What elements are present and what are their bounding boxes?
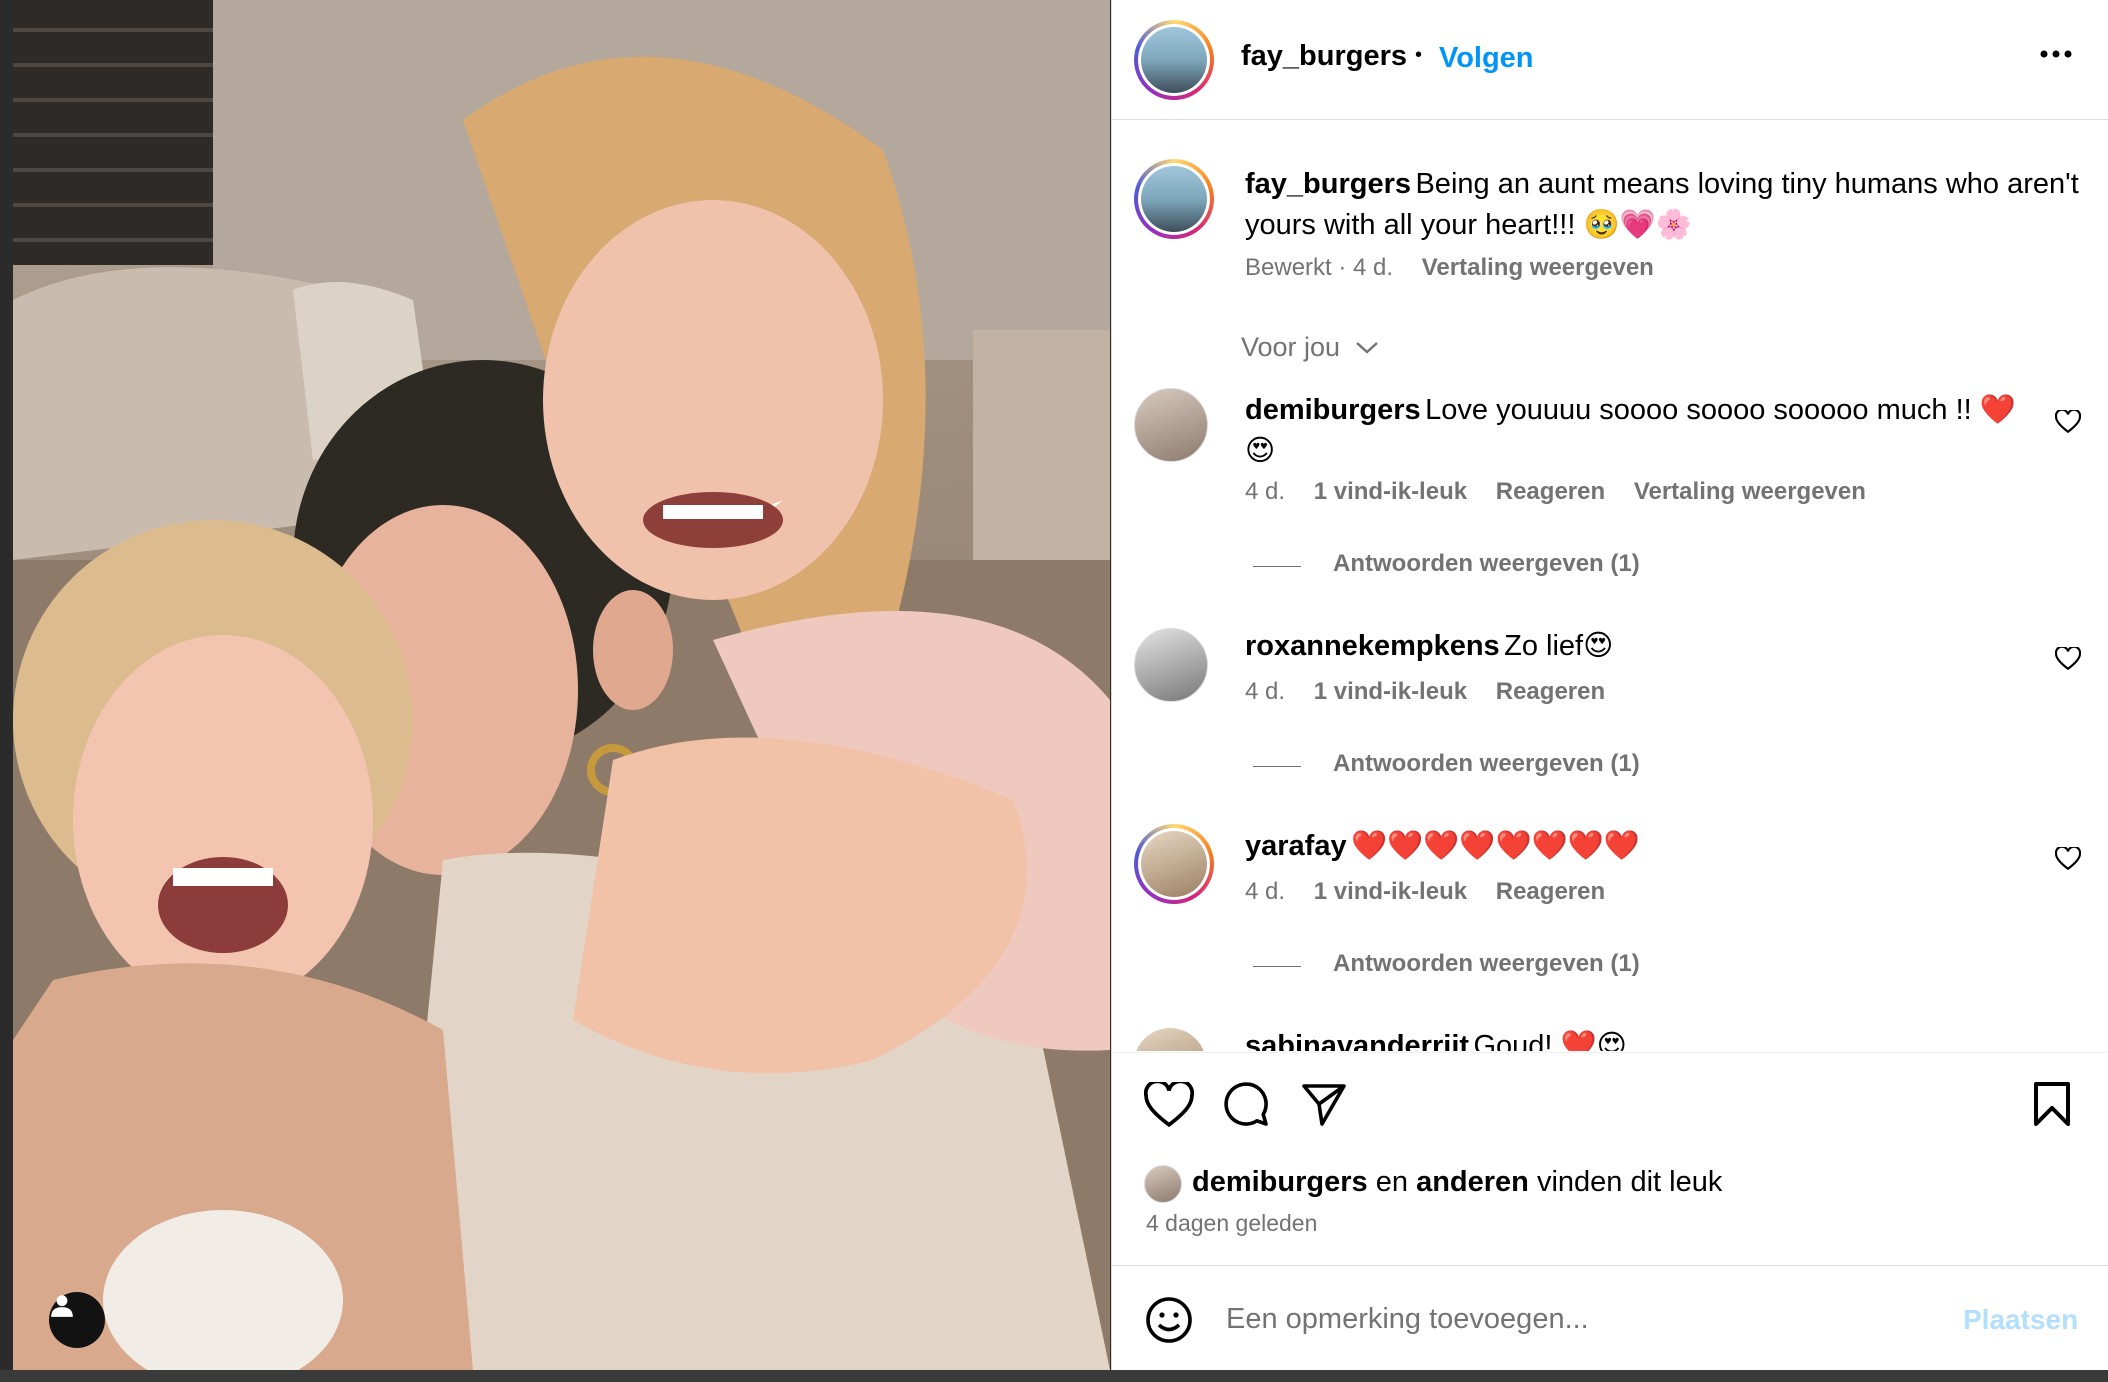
commenter-avatar[interactable]	[1134, 388, 1208, 462]
post-photo[interactable]	[13, 0, 1110, 1370]
comment-username[interactable]: sabinavanderrijt	[1245, 1030, 1469, 1051]
likes-others[interactable]: anderen	[1416, 1166, 1529, 1198]
comment-input[interactable]	[1224, 1296, 1868, 1342]
photo-illustration	[13, 0, 1110, 1370]
likes-summary[interactable]: demiburgers en anderen vinden dit leuk	[1192, 1166, 1722, 1199]
user-tag-icon	[51, 1295, 73, 1317]
comment-reply-link[interactable]: Reageren	[1496, 878, 1605, 905]
replies-divider-line	[1253, 966, 1301, 967]
replies-divider-line	[1253, 766, 1301, 767]
comment-username[interactable]: yarafay	[1245, 830, 1347, 862]
comment-time: 4 d.	[1245, 678, 1286, 705]
caption-text-line1: Being an aunt means loving tiny humans w…	[1415, 168, 2079, 200]
bookmark-icon[interactable]	[2030, 1080, 2074, 1128]
comment-text-line2: 😍	[1245, 435, 1276, 467]
add-comment-bar: Plaatsen	[1112, 1265, 2108, 1371]
commenter-avatar-ring[interactable]	[1134, 824, 1214, 904]
comment-username[interactable]: roxannekempkens	[1245, 630, 1500, 662]
comment-filter-label: Voor jou	[1241, 332, 1341, 362]
view-replies-link[interactable]: Antwoorden weergeven (1)	[1333, 550, 1640, 577]
comments-list[interactable]: fay_burgers Being an aunt means loving t…	[1112, 120, 2108, 1051]
post-comment-button[interactable]: Plaatsen	[1963, 1304, 2078, 1336]
comment-like-heart-icon[interactable]	[2055, 847, 2081, 871]
commenter-avatar	[1141, 831, 1207, 897]
post-side-panel: fay_burgers • Volgen fay_burgers Being a…	[1111, 0, 2108, 1370]
replies-divider-line	[1253, 566, 1301, 567]
comment-likes-count[interactable]: 1 vind-ik-leuk	[1314, 478, 1467, 505]
post-timestamp[interactable]: 4 dagen geleden	[1146, 1210, 1317, 1237]
comment-text: Love youuuu soooo soooo sooooo much !! ❤…	[1425, 394, 2016, 426]
comment-username[interactable]: demiburgers	[1245, 394, 1421, 426]
commenter-avatar[interactable]	[1134, 628, 1208, 702]
caption-text-line2: yours with all your heart!!! 🥹💗🌸	[1245, 209, 1692, 241]
caption-avatar-ring[interactable]	[1134, 159, 1214, 239]
author-username[interactable]: fay_burgers	[1241, 40, 1407, 73]
comment-time: 4 d.	[1245, 478, 1286, 505]
likes-connector: en	[1375, 1166, 1408, 1198]
comment-text: ❤️❤️❤️❤️❤️❤️❤️❤️	[1351, 830, 1640, 862]
follow-button[interactable]: Volgen	[1439, 42, 1534, 75]
comment-reply-link[interactable]: Reageren	[1496, 478, 1605, 505]
caption-avatar	[1141, 166, 1207, 232]
comment-reply-link[interactable]: Reageren	[1496, 678, 1605, 705]
comment-likes-count[interactable]: 1 vind-ik-leuk	[1314, 878, 1467, 905]
likes-user[interactable]: demiburgers	[1192, 1166, 1368, 1198]
heart-icon[interactable]	[1144, 1082, 1194, 1128]
comment-time: 4 d.	[1245, 878, 1286, 905]
caption-username[interactable]: fay_burgers	[1245, 168, 1411, 200]
caption-translate-link[interactable]: Vertaling weergeven	[1422, 254, 1654, 281]
comment-likes-count[interactable]: 1 vind-ik-leuk	[1314, 678, 1467, 705]
liker-avatar[interactable]	[1144, 1165, 1182, 1203]
author-avatar-ring[interactable]	[1134, 20, 1214, 100]
comment-filter-dropdown[interactable]: Voor jou	[1241, 332, 1380, 363]
comment-like-heart-icon[interactable]	[2055, 410, 2081, 434]
bottom-strip	[0, 1370, 2108, 1382]
chevron-down-icon	[1355, 342, 1378, 354]
author-avatar	[1141, 27, 1207, 93]
user-tag-button[interactable]	[49, 1292, 105, 1348]
share-icon[interactable]	[1300, 1080, 1348, 1128]
commenter-avatar[interactable]	[1134, 1028, 1206, 1051]
comment-icon[interactable]	[1222, 1080, 1270, 1128]
separator-dot: •	[1415, 44, 1423, 66]
post-header: fay_burgers • Volgen	[1112, 0, 2108, 120]
actions-divider	[1112, 1052, 2108, 1053]
more-options-icon[interactable]	[2036, 44, 2076, 64]
comment-translate-link[interactable]: Vertaling weergeven	[1634, 478, 1866, 505]
comment-like-heart-icon[interactable]	[2055, 647, 2081, 671]
view-replies-link[interactable]: Antwoorden weergeven (1)	[1333, 750, 1640, 777]
view-replies-link[interactable]: Antwoorden weergeven (1)	[1333, 950, 1640, 977]
likes-suffix: vinden dit leuk	[1536, 1166, 1723, 1198]
comment-text: Goud! ❤️😍	[1473, 1030, 1627, 1051]
caption-edited-time: Bewerkt · 4 d.	[1245, 254, 1394, 281]
emoji-icon[interactable]	[1145, 1296, 1193, 1344]
comment-text: Zo lief😍	[1504, 630, 1614, 662]
